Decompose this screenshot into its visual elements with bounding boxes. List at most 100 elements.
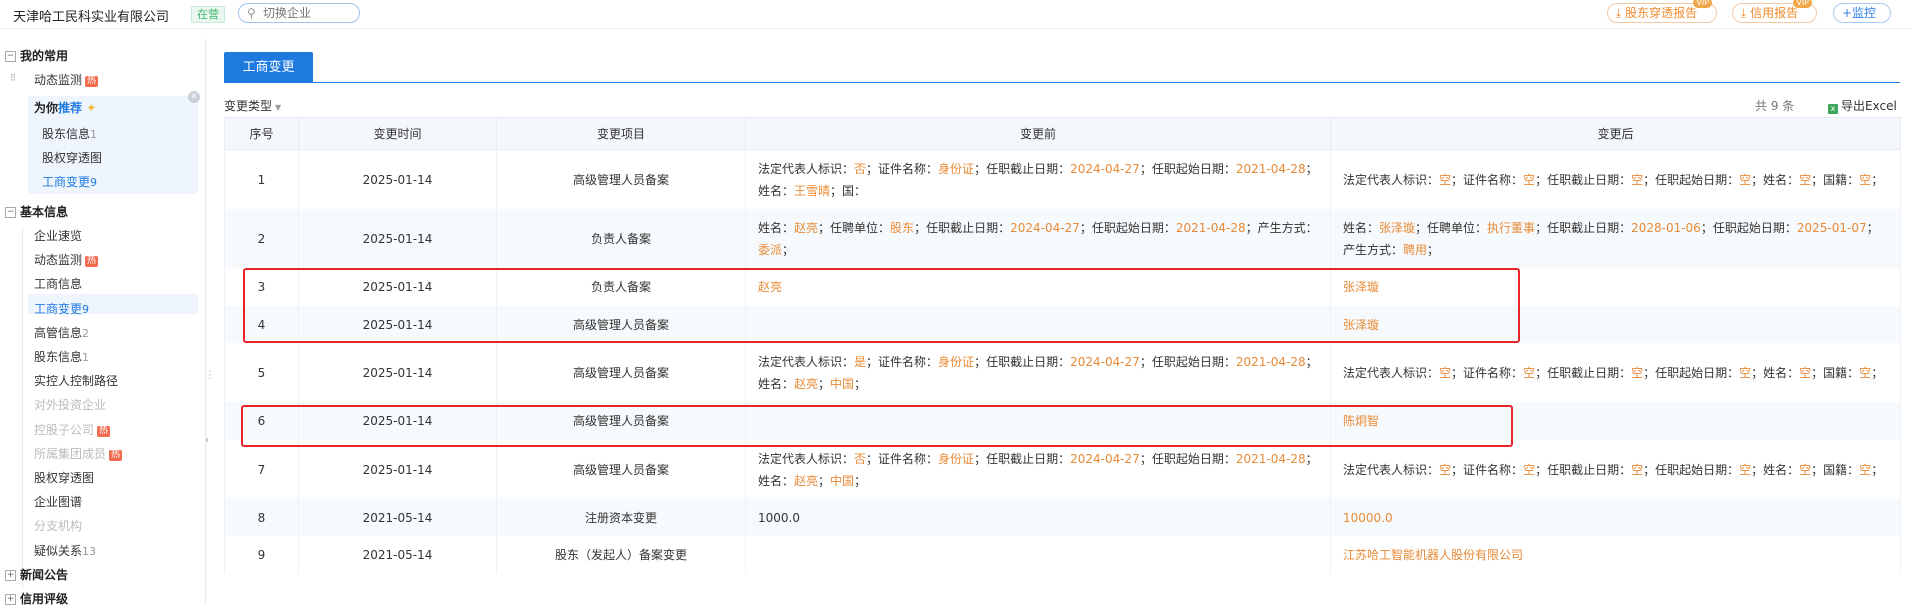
highlight-box bbox=[243, 268, 1520, 343]
cell-item: 注册资本变更 bbox=[496, 499, 746, 536]
cell-date: 2025-01-14 bbox=[298, 149, 497, 209]
cell-before: 1000.0 bbox=[745, 499, 1331, 536]
total-count: 共 9 条 bbox=[1755, 99, 1795, 113]
col-header-item: 变更项目 bbox=[496, 117, 746, 150]
resize-handle-icon[interactable]: ⋮ bbox=[205, 370, 215, 381]
monitor-button[interactable]: +监控 bbox=[1833, 3, 1891, 23]
shareholder-report-button[interactable]: ⤓ 股东穿透报告 VIP bbox=[1607, 0, 1717, 23]
download-icon: ⤓ bbox=[1616, 6, 1622, 20]
col-header-no: 序号 bbox=[224, 117, 299, 150]
company-name: 天津哈工民科实业有限公司 bbox=[13, 10, 170, 25]
sidebar-item[interactable]: 所属集团成员热 bbox=[34, 445, 123, 462]
table-row: 2 2025-01-14 负责人备案 姓名：赵亮；任聘单位：股东；任职截止日期：202… bbox=[224, 209, 1901, 268]
cell-date: 2025-01-14 bbox=[298, 343, 497, 402]
recommend-title: 为你推荐 ✦ bbox=[34, 101, 97, 115]
download-icon: ⤓ bbox=[1741, 6, 1747, 20]
cell-no: 2 bbox=[224, 209, 299, 268]
cell-item: 高级管理人员备案 bbox=[496, 343, 746, 402]
sidebar-item[interactable]: 高管信息2 bbox=[34, 324, 89, 341]
highlight-box bbox=[241, 405, 1513, 447]
cell-after: 姓名：张泽璇；任聘单位：执行董事；任职截止日期：2028-01-06；任职起始日… bbox=[1330, 209, 1901, 268]
sparkle-icon: ✦ bbox=[86, 101, 97, 115]
expand-icon[interactable]: + bbox=[5, 594, 16, 605]
hot-badge: 热 bbox=[97, 425, 111, 437]
close-icon[interactable]: ✕ bbox=[188, 91, 200, 103]
cell-no: 7 bbox=[224, 440, 299, 499]
cell-item: 负责人备案 bbox=[496, 209, 746, 268]
sidebar-item[interactable]: 股东信息1 bbox=[34, 348, 89, 365]
hot-badge: 热 bbox=[109, 449, 123, 461]
col-header-before: 变更前 bbox=[745, 117, 1331, 150]
collapse-icon[interactable]: − bbox=[5, 207, 16, 218]
cell-before: 法定代表人标识：否；证件名称：身份证；任职截止日期：2024-04-27；任职起… bbox=[745, 440, 1331, 499]
status-badge: 在营 bbox=[191, 6, 225, 23]
sidebar-item[interactable]: 企业图谱 bbox=[34, 493, 82, 510]
sidebar-item[interactable]: 控股子公司热 bbox=[34, 421, 111, 438]
cell-before: 法定代表人标识：否；证件名称：身份证；任职截止日期：2024-04-27；任职起… bbox=[745, 149, 1331, 209]
collapse-icon[interactable]: − bbox=[5, 51, 16, 62]
cell-no: 1 bbox=[224, 149, 299, 209]
recommend-item[interactable]: 工商变更9 bbox=[42, 173, 97, 190]
sidebar-item[interactable]: 股权穿透图 bbox=[34, 469, 94, 486]
sidebar-item[interactable]: 工商信息 bbox=[34, 275, 82, 292]
cell-after: 10000.0 bbox=[1330, 499, 1901, 536]
cell-before bbox=[745, 536, 1331, 573]
tab-business-change[interactable]: 工商变更 bbox=[224, 52, 313, 83]
tab-underline bbox=[224, 82, 1900, 83]
recommend-item[interactable]: 股东信息1 bbox=[42, 125, 97, 142]
sidebar-item[interactable]: 企业速览 bbox=[34, 227, 82, 244]
cell-date: 2021-05-14 bbox=[298, 499, 497, 536]
cell-before: 姓名：赵亮；任聘单位：股东；任职截止日期：2024-04-27；任职起始日期：2… bbox=[745, 209, 1331, 268]
section-common[interactable]: − 我的常用 bbox=[0, 47, 68, 64]
cell-item: 高级管理人员备案 bbox=[496, 440, 746, 499]
sidebar-item[interactable]: 工商变更9 bbox=[34, 300, 89, 317]
section-news[interactable]: + 新闻公告 bbox=[0, 566, 68, 583]
cell-date: 2025-01-14 bbox=[298, 440, 497, 499]
sidebar-item-dynamic[interactable]: 动态监测热 bbox=[34, 71, 99, 88]
section-basic[interactable]: − 基本信息 bbox=[0, 203, 68, 220]
search-box[interactable]: ⚲ bbox=[238, 3, 360, 23]
sidebar-item[interactable]: 实控人控制路径 bbox=[34, 372, 118, 389]
cell-no: 9 bbox=[224, 536, 299, 573]
sidebar-item[interactable]: 疑似关系13 bbox=[34, 542, 96, 559]
drag-handle-icon[interactable]: ⁝⁝ bbox=[10, 71, 16, 84]
table-row: 7 2025-01-14 高级管理人员备案 法定代表人标识：否；证件名称：身份证；任职… bbox=[224, 440, 1901, 499]
cell-date: 2021-05-14 bbox=[298, 536, 497, 573]
sidebar-item[interactable]: 动态监测热 bbox=[34, 251, 99, 268]
table-row: 5 2025-01-14 高级管理人员备案 法定代表人标识：是；证件名称：身份证；任职… bbox=[224, 343, 1901, 402]
top-bar: 天津哈工民科实业有限公司 在营 ⚲ ⤓ 股东穿透报告 VIP ⤓ 信用报告 VI… bbox=[0, 0, 1912, 29]
cell-item: 高级管理人员备案 bbox=[496, 149, 746, 209]
change-type-filter[interactable]: 变更类型 ▼ bbox=[224, 97, 281, 114]
recommend-item[interactable]: 股权穿透图 bbox=[42, 149, 102, 166]
credit-report-label: 信用报告 bbox=[1750, 6, 1799, 20]
cell-after: 法定代表人标识：空；证件名称：空；任职截止日期：空；任职起始日期：空；姓名：空；… bbox=[1330, 149, 1901, 209]
search-icon: ⚲ bbox=[247, 6, 256, 20]
col-header-after: 变更后 bbox=[1330, 117, 1901, 150]
search-input[interactable] bbox=[263, 5, 353, 21]
cell-after: 法定代表人标识：空；证件名称：空；任职截止日期：空；任职起始日期：空；姓名：空；… bbox=[1330, 343, 1901, 402]
cell-no: 5 bbox=[224, 343, 299, 402]
cell-item: 股东（发起人）备案变更 bbox=[496, 536, 746, 573]
credit-report-button[interactable]: ⤓ 信用报告 VIP bbox=[1732, 0, 1817, 23]
table-row: 8 2021-05-14 注册资本变更 1000.0 10000.0 bbox=[224, 499, 1901, 536]
sidebar-item[interactable]: 对外投资企业 bbox=[34, 396, 106, 413]
collapse-sidebar-icon[interactable]: ‹ bbox=[205, 435, 211, 446]
export-excel-button[interactable]: x 导出Excel bbox=[1828, 97, 1897, 114]
sidebar: − 我的常用 ⁝⁝ 动态监测热 ✕ 为你推荐 ✦ 股东信息1 股权穿透图 工商变更9 … bbox=[0, 39, 206, 607]
sidebar-item[interactable]: 分支机构 bbox=[34, 517, 82, 534]
excel-icon: x bbox=[1828, 104, 1838, 114]
col-header-date: 变更时间 bbox=[298, 117, 497, 150]
expand-icon[interactable]: + bbox=[5, 570, 16, 581]
hot-badge: 热 bbox=[85, 256, 99, 268]
cell-date: 2025-01-14 bbox=[298, 209, 497, 268]
vip-badge: VIP bbox=[1693, 0, 1712, 8]
section-credit[interactable]: + 信用评级 bbox=[0, 590, 68, 607]
hot-badge: 热 bbox=[85, 76, 99, 87]
change-table: 序号 变更时间 变更项目 变更前 变更后 1 2025-01-14 高级管理人员备案… bbox=[224, 117, 1901, 573]
cell-after: 江苏哈工智能机器人股份有限公司 bbox=[1330, 536, 1901, 573]
table-row: 1 2025-01-14 高级管理人员备案 法定代表人标识：否；证件名称：身份证；任职… bbox=[224, 149, 1901, 209]
caret-down-icon: ▼ bbox=[275, 103, 282, 112]
vip-badge: VIP bbox=[1793, 0, 1812, 8]
cell-before: 法定代表人标识：是；证件名称：身份证；任职截止日期：2024-04-27；任职起… bbox=[745, 343, 1331, 402]
table-row: 9 2021-05-14 股东（发起人）备案变更 江苏哈工智能机器人股份有限公司 bbox=[224, 536, 1901, 573]
